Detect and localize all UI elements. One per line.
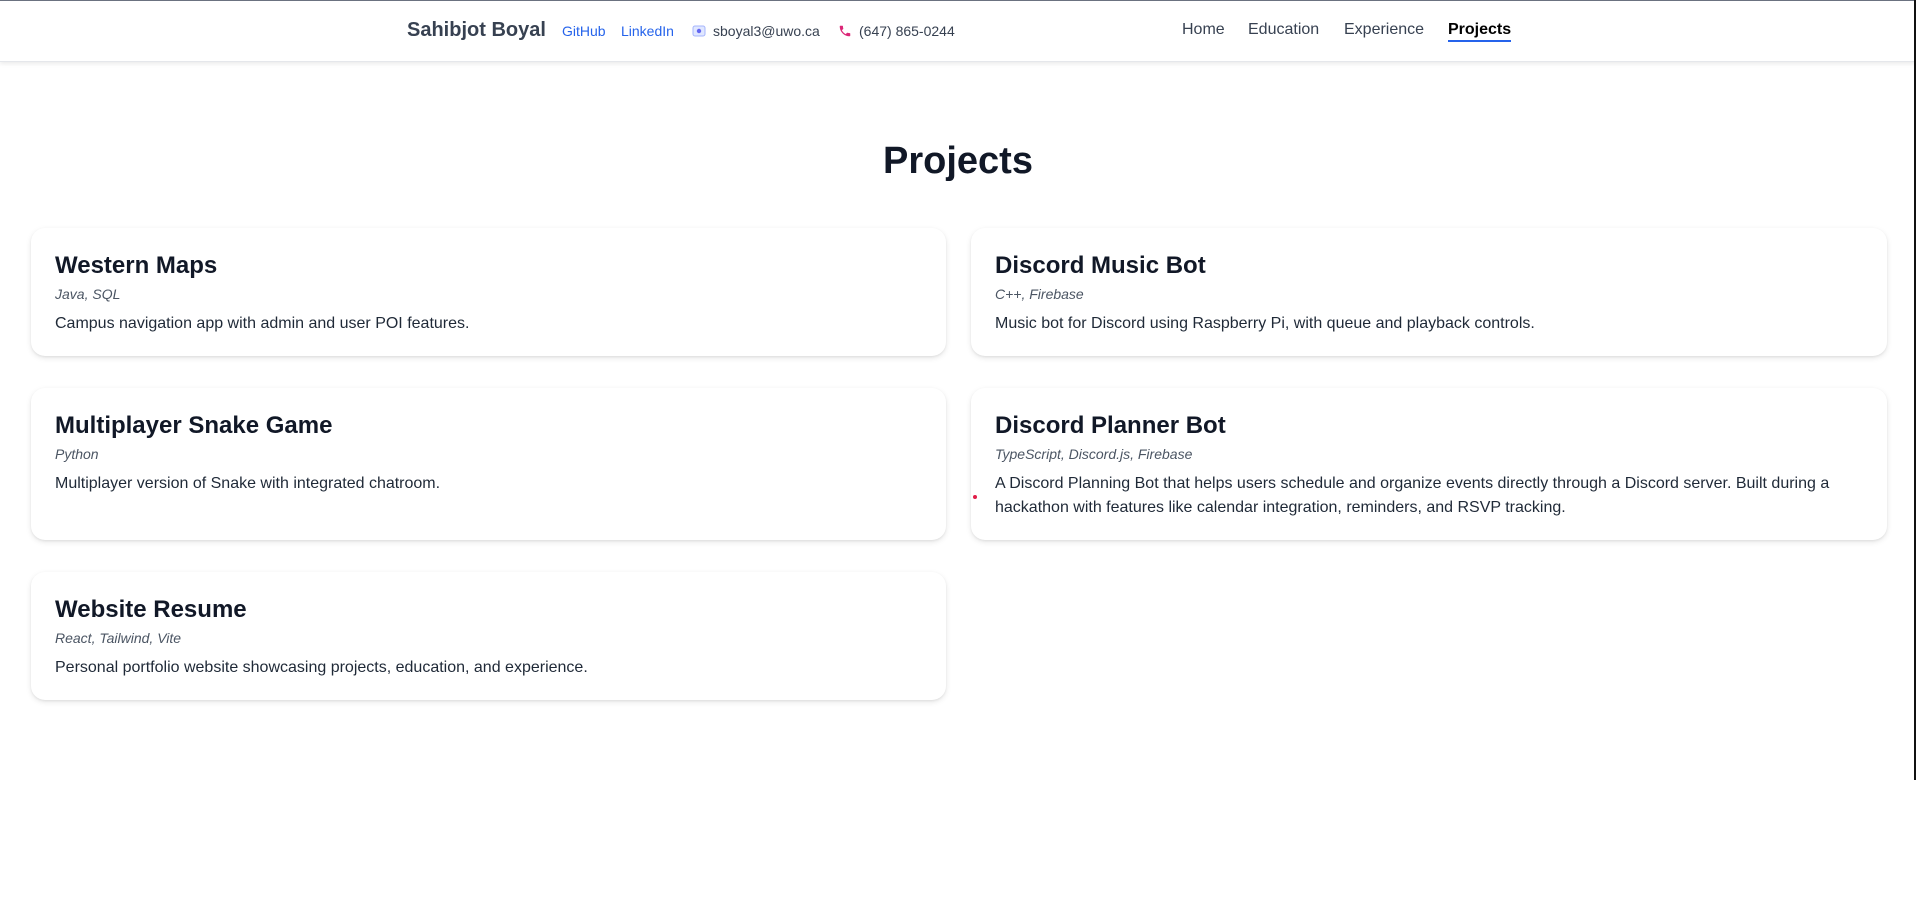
project-description: A Discord Planning Bot that helps users … — [995, 475, 1830, 516]
project-description: Campus navigation app with admin and use… — [55, 315, 470, 332]
project-title: Multiplayer Snake Game — [55, 412, 333, 439]
email-icon — [691, 23, 707, 39]
project-card: Website Resume React, Tailwind, Vite Per… — [31, 572, 946, 700]
email-text: sboyal3@uwo.ca — [713, 23, 820, 39]
nav-education[interactable]: Education — [1248, 21, 1319, 39]
project-card: Discord Planner Bot TypeScript, Discord.… — [971, 388, 1887, 540]
email-contact[interactable]: sboyal3@uwo.ca — [691, 23, 820, 39]
project-description: Multiplayer version of Snake with integr… — [55, 475, 441, 492]
project-tech: TypeScript, Discord.js, Firebase — [995, 446, 1193, 462]
project-title: Discord Planner Bot — [995, 412, 1226, 439]
phone-icon — [837, 23, 853, 39]
phone-contact[interactable]: (647) 865-0244 — [837, 23, 955, 39]
project-description: Personal portfolio website showcasing pr… — [55, 659, 588, 676]
project-tech: C++, Firebase — [995, 286, 1084, 302]
nav-experience[interactable]: Experience — [1344, 21, 1424, 39]
marker-dot — [973, 495, 977, 499]
project-description: Music bot for Discord using Raspberry Pi… — [995, 315, 1535, 332]
project-title: Western Maps — [55, 252, 218, 279]
nav-home[interactable]: Home — [1182, 21, 1225, 39]
project-card: Discord Music Bot C++, Firebase Music bo… — [971, 228, 1887, 356]
page-title: Projects — [883, 140, 1033, 182]
project-card: Western Maps Java, SQL Campus navigation… — [31, 228, 946, 356]
project-title: Discord Music Bot — [995, 252, 1206, 279]
project-title: Website Resume — [55, 596, 247, 623]
nav-projects[interactable]: Projects — [1448, 21, 1512, 42]
github-link[interactable]: GitHub — [562, 23, 606, 39]
site-name[interactable]: Sahibjot Boyal — [407, 19, 546, 42]
project-tech: Python — [55, 446, 99, 462]
project-card: Multiplayer Snake Game Python Multiplaye… — [31, 388, 946, 540]
project-tech: React, Tailwind, Vite — [55, 630, 182, 646]
top-header: Sahibjot Boyal GitHub LinkedIn sboyal3@u… — [0, 0, 1916, 62]
project-tech: Java, SQL — [55, 286, 121, 302]
phone-text: (647) 865-0244 — [859, 23, 955, 39]
linkedin-link[interactable]: LinkedIn — [621, 23, 674, 39]
